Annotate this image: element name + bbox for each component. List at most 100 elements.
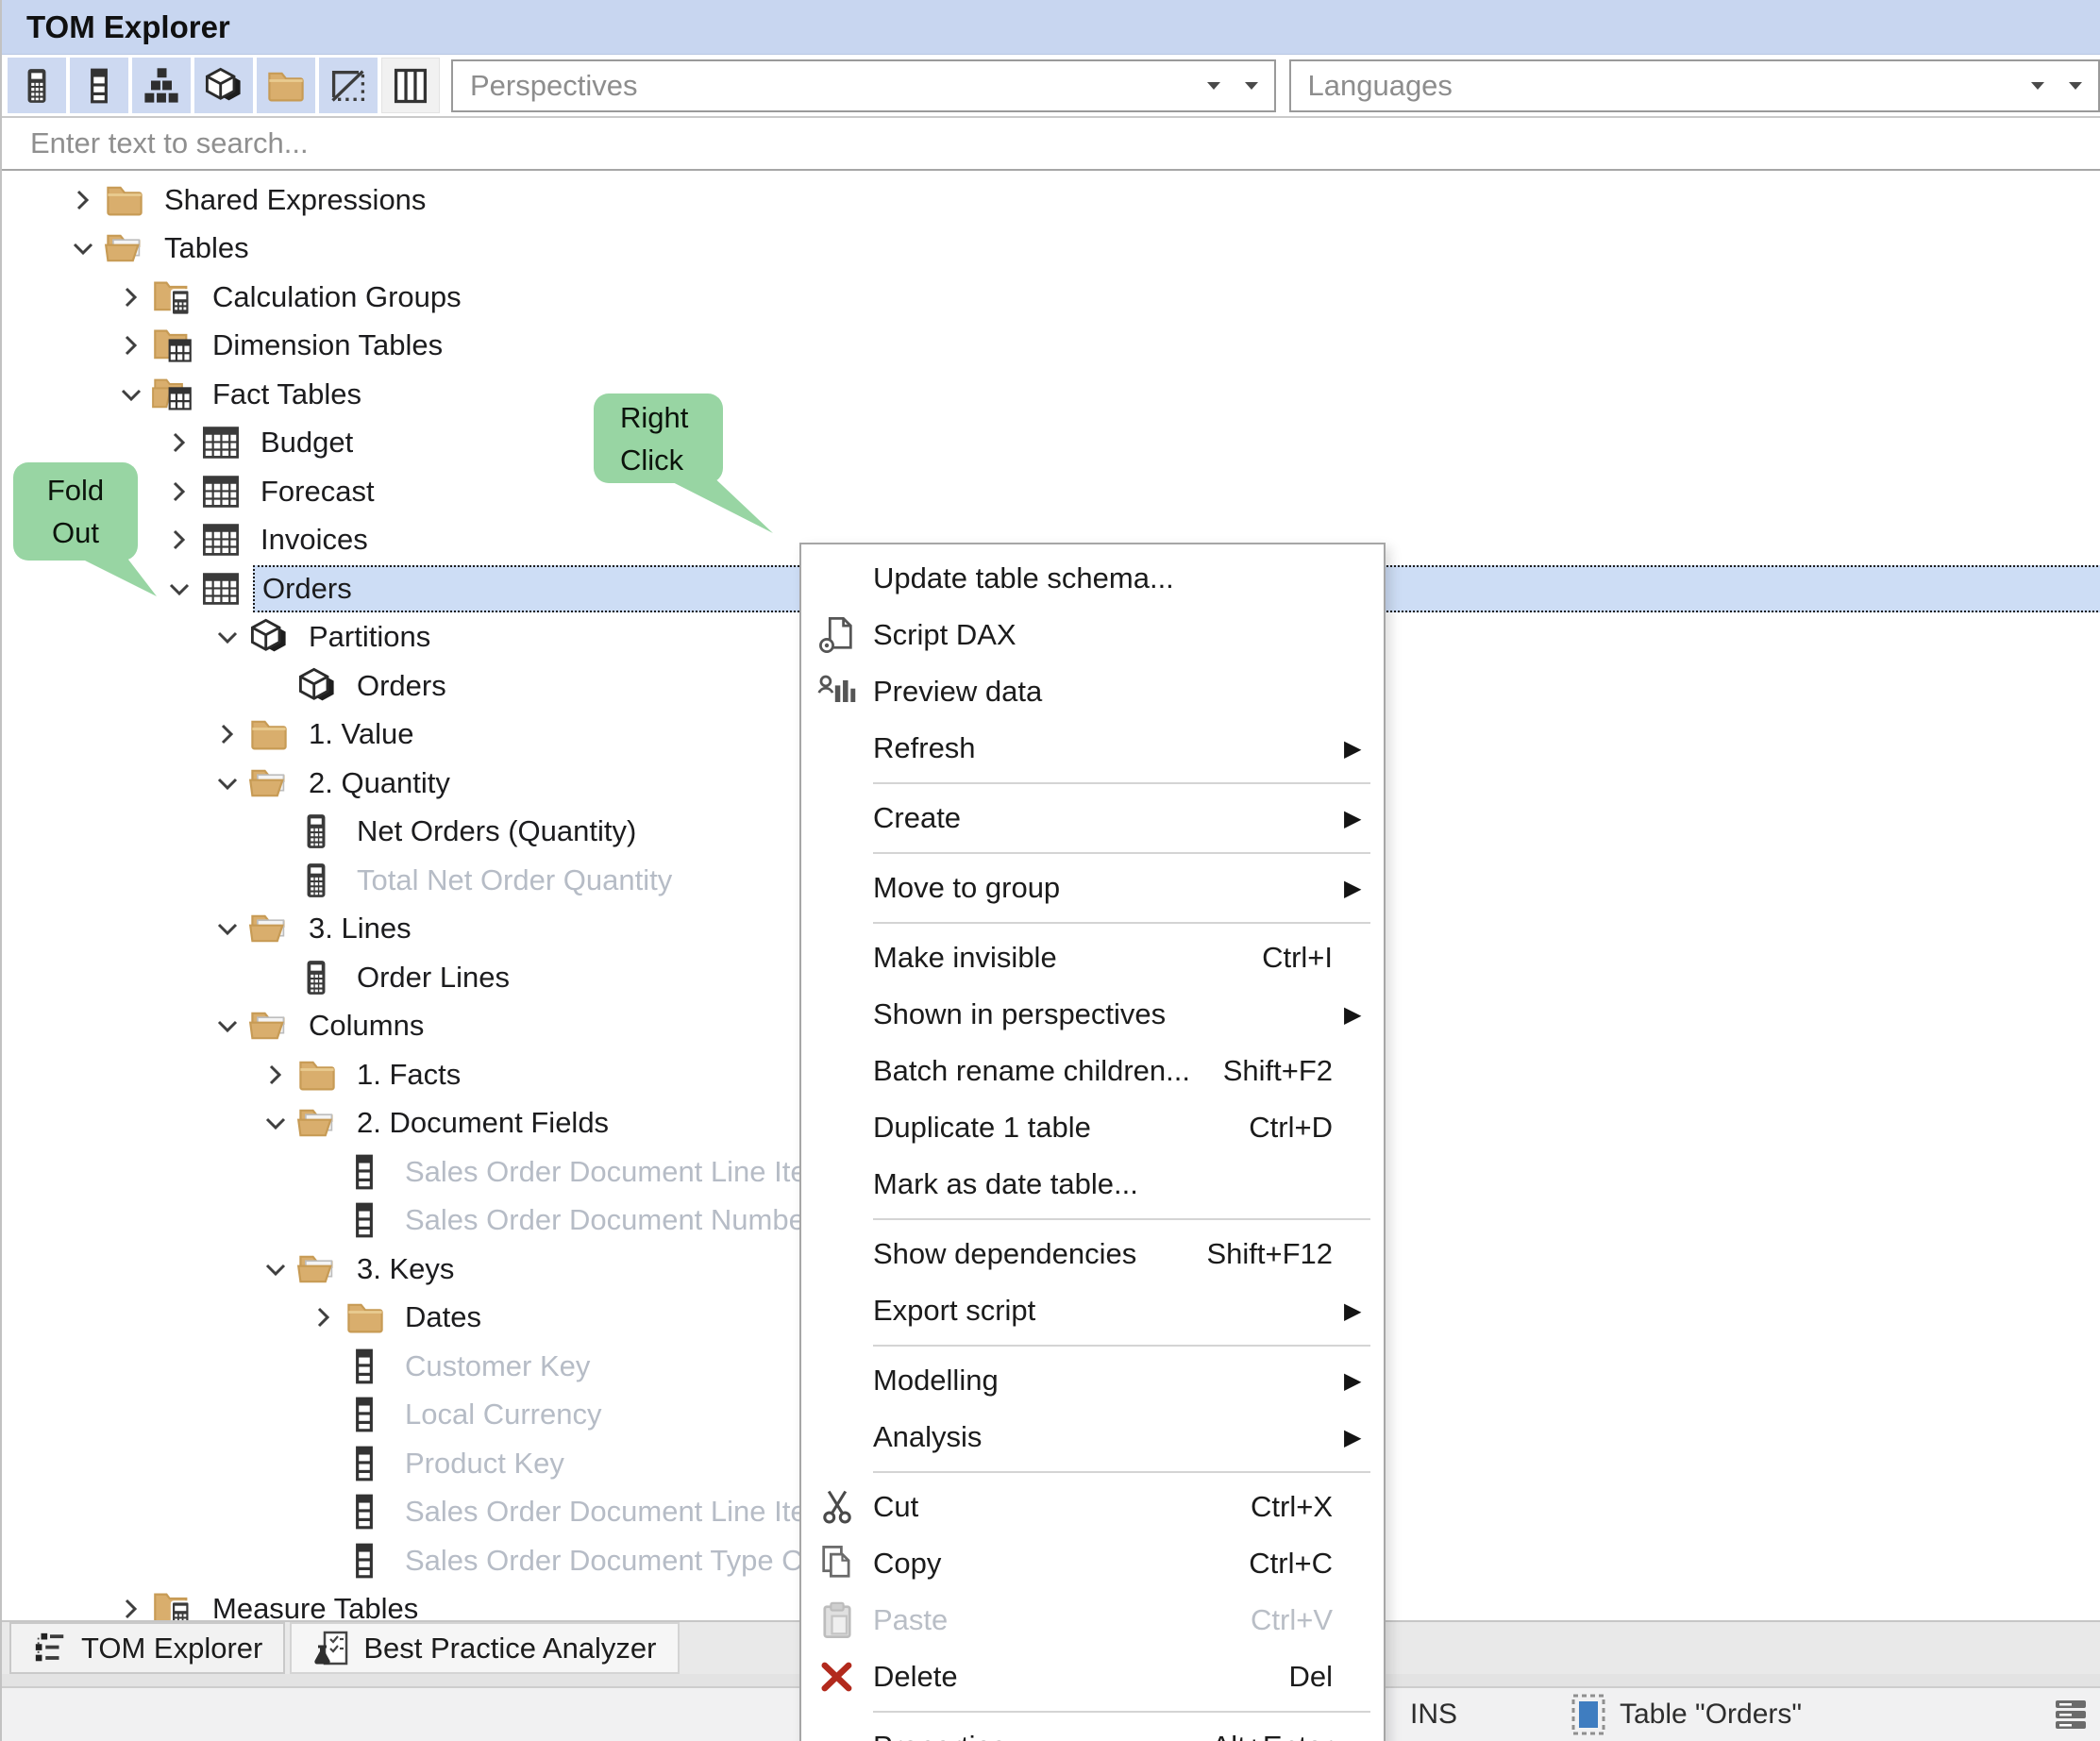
languages-dropdown[interactable]: Languages	[1289, 59, 2100, 112]
menu-item-mark-as-date-table[interactable]: Mark as date table...	[801, 1156, 1384, 1213]
tree-item-label: Customer Key	[397, 1348, 601, 1385]
column-icon	[343, 1444, 397, 1483]
column-icon	[79, 66, 119, 106]
menu-item-label: Shown in perspectives	[873, 997, 1344, 1031]
chevron-down-icon	[1244, 81, 1259, 91]
search-input[interactable]	[2, 126, 2100, 161]
chevron-right-icon[interactable]	[160, 424, 198, 461]
menu-item-label: Show dependencies	[873, 1237, 1206, 1271]
tree-item-label: Sales Order Document Number	[397, 1201, 826, 1239]
menu-item-analysis[interactable]: Analysis▶	[801, 1409, 1384, 1465]
tree-item-shared-expressions[interactable]: Shared Expressions	[2, 176, 2100, 225]
tree-item-label: Sales Order Document Line Item	[397, 1493, 842, 1531]
tree-item-label: Orders	[255, 570, 363, 608]
menu-item-copy[interactable]: CopyCtrl+C	[801, 1535, 1384, 1592]
chevron-down-icon[interactable]	[160, 570, 198, 608]
menu-item-label: Create	[873, 801, 1344, 835]
menu-item-duplicate-1-table[interactable]: Duplicate 1 tableCtrl+D	[801, 1099, 1384, 1156]
chevron-right-icon[interactable]	[305, 1298, 343, 1336]
menu-item-create[interactable]: Create▶	[801, 790, 1384, 846]
script-dax-icon	[801, 614, 873, 656]
folder-closed-icon	[246, 713, 301, 755]
menu-item-batch-rename-children[interactable]: Batch rename children...Shift+F2	[801, 1043, 1384, 1099]
chevron-down-icon[interactable]	[257, 1250, 294, 1288]
menu-item-update-table-schema[interactable]: Update table schema...	[801, 550, 1384, 607]
tree-item-dimension-tables[interactable]: Dimension Tables	[2, 322, 2100, 371]
menu-item-label: Paste	[873, 1603, 1251, 1637]
tree-item-label: Total Net Order Quantity	[349, 862, 683, 899]
chevron-down-icon[interactable]	[209, 1007, 246, 1045]
tree-item-fact-tables[interactable]: Fact Tables	[2, 370, 2100, 419]
folder-table-icon	[150, 325, 205, 366]
menu-item-label: Modelling	[873, 1364, 1344, 1398]
tree-item-label: Dates	[397, 1298, 493, 1336]
menu-item-make-invisible[interactable]: Make invisibleCtrl+I	[801, 929, 1384, 986]
chevron-down-icon[interactable]	[209, 618, 246, 656]
folder-open-icon	[246, 762, 301, 804]
menu-item-delete[interactable]: DeleteDel	[801, 1649, 1384, 1705]
column-icon	[343, 1152, 397, 1192]
toolbar-display-folders-button[interactable]	[257, 58, 315, 113]
search-bar	[2, 116, 2100, 171]
chevron-down-icon[interactable]	[257, 1104, 294, 1142]
menu-item-shortcut: Ctrl+I	[1262, 941, 1333, 975]
chevron-down-icon[interactable]	[209, 910, 246, 947]
chevron-right-icon[interactable]	[160, 521, 198, 559]
chevron-right-icon[interactable]	[112, 278, 150, 316]
toolbar-columns-button[interactable]	[70, 58, 128, 113]
toolbar-partitions-button[interactable]	[194, 58, 253, 113]
tab-label: TOM Explorer	[81, 1632, 262, 1666]
menu-item-modelling[interactable]: Modelling▶	[801, 1352, 1384, 1409]
tree-item-budget[interactable]: Budget	[2, 419, 2100, 468]
tree-item-label: Calculation Groups	[205, 278, 473, 316]
columns3-icon	[390, 65, 431, 107]
menu-item-cut[interactable]: CutCtrl+X	[801, 1479, 1384, 1535]
cube-icon	[294, 665, 349, 707]
toolbar-show-hidden-button[interactable]	[319, 58, 378, 113]
menu-item-label: Delete	[873, 1660, 1288, 1694]
chevron-right-icon[interactable]	[160, 473, 198, 511]
chevron-down-icon[interactable]	[112, 376, 150, 413]
column-icon	[343, 1200, 397, 1240]
menu-item-label: Export script	[873, 1294, 1344, 1328]
chevron-right-icon[interactable]	[112, 1590, 150, 1620]
selected-table-icon	[1571, 1693, 1606, 1736]
menu-item-shown-in-perspectives[interactable]: Shown in perspectives▶	[801, 986, 1384, 1043]
context-menu: Update table schema...Script DAXPreview …	[799, 543, 1386, 1741]
chevron-down-icon[interactable]	[209, 764, 246, 802]
status-connection: C	[2052, 1696, 2100, 1733]
menu-separator	[873, 1711, 1370, 1713]
tree-item-label: Forecast	[253, 473, 386, 511]
menu-item-export-script[interactable]: Export script▶	[801, 1282, 1384, 1339]
toolbar-measures-button[interactable]	[8, 58, 66, 113]
toolbar-hierarchies-button[interactable]	[132, 58, 191, 113]
menu-item-move-to-group[interactable]: Move to group▶	[801, 860, 1384, 916]
menu-item-label: Properties	[873, 1730, 1212, 1741]
scissors-icon	[801, 1486, 873, 1528]
chevron-right-icon[interactable]	[64, 181, 102, 219]
menu-item-properties[interactable]: PropertiesAlt+Enter	[801, 1718, 1384, 1741]
table-icon	[198, 568, 253, 610]
perspectives-dropdown[interactable]: Perspectives	[451, 59, 1276, 112]
toolbar-column-view-button[interactable]	[381, 58, 440, 113]
tree-item-label: 3. Lines	[301, 910, 423, 947]
chevron-right-icon[interactable]	[209, 715, 246, 753]
folder-open-icon	[102, 227, 157, 269]
menu-item-paste[interactable]: PasteCtrl+V	[801, 1592, 1384, 1649]
chevron-right-icon[interactable]	[257, 1056, 294, 1094]
tab-tom-explorer[interactable]: TOM Explorer	[9, 1622, 285, 1674]
menu-item-preview-data[interactable]: Preview data	[801, 663, 1384, 720]
toolbar: Perspectives Languages	[2, 55, 2100, 116]
tree-item-forecast[interactable]: Forecast	[2, 467, 2100, 516]
preview-data-icon	[801, 671, 873, 712]
menu-item-script-dax[interactable]: Script DAX	[801, 607, 1384, 663]
chevron-right-icon[interactable]	[112, 326, 150, 364]
menu-item-refresh[interactable]: Refresh▶	[801, 720, 1384, 777]
slash-square-icon	[328, 65, 369, 107]
tree-item-tables[interactable]: Tables	[2, 225, 2100, 274]
tab-best-practice-analyzer[interactable]: Best Practice Analyzer	[290, 1622, 679, 1674]
menu-item-shortcut: Ctrl+V	[1251, 1603, 1333, 1637]
menu-item-show-dependencies[interactable]: Show dependenciesShift+F12	[801, 1226, 1384, 1282]
chevron-down-icon[interactable]	[64, 229, 102, 267]
tree-item-calculation-groups[interactable]: Calculation Groups	[2, 273, 2100, 322]
